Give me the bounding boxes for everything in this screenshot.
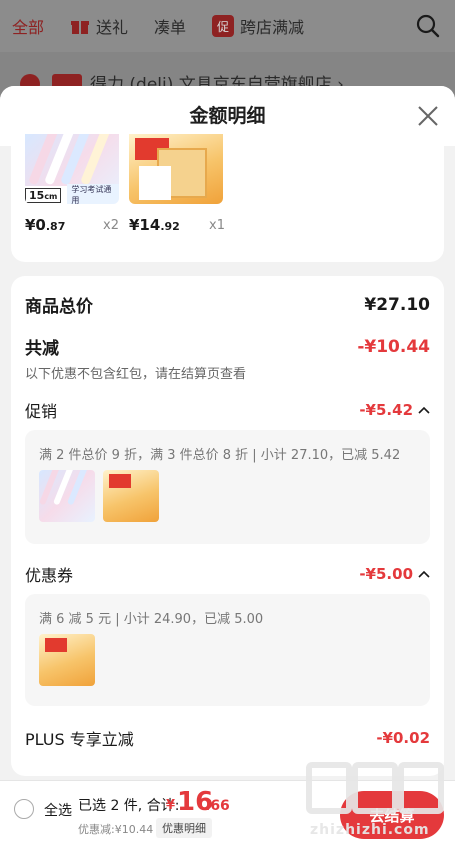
tab-all-label: 全部 <box>12 18 45 37</box>
coupon-detail: 满 6 减 5 元 | 小计 24.90，已减 5.00 <box>39 612 264 627</box>
chevron-up-icon[interactable] <box>418 406 430 414</box>
checkout-button[interactable]: 去结算 <box>340 791 444 839</box>
checkout-bar: 全选 已选 2 件, 合计: ¥ 16 .66 优惠减:¥10.44 优惠明细 … <box>0 780 455 850</box>
tab-all[interactable]: 全部 <box>12 14 44 38</box>
selected-summary: 已选 2 件, 合计: <box>78 798 180 814</box>
promo-badge-icon: 促 <box>212 15 235 37</box>
total-row: 商品总价 ¥27.10 <box>25 292 430 318</box>
top-tab-bar: 全部 送礼 凑单 促 跨店满减 <box>0 0 455 52</box>
coupon-value-wrap: -¥5.00 <box>359 565 430 583</box>
pens-image: 15cm 学习考试通用 <box>25 134 119 204</box>
gift-icon <box>71 21 90 34</box>
promo-value-wrap: -¥5.42 <box>359 401 430 419</box>
discount-detail-button[interactable]: 优惠明细 <box>156 818 212 838</box>
product-tag: 学习考试通用 <box>67 184 119 204</box>
reduce-label: 共减 <box>25 339 59 359</box>
search-icon[interactable] <box>415 13 441 39</box>
chevron-up-icon[interactable] <box>418 570 430 578</box>
tab-bundle[interactable]: 凑单 <box>154 14 186 38</box>
tab-gift-label: 送礼 <box>96 18 129 37</box>
plus-label: PLUS 专享立减 <box>25 730 134 749</box>
amount-detail-card: 商品总价 ¥27.10 共减 -¥10.44 以下优惠不包含红包，请在结算页查看… <box>11 276 444 776</box>
product-qty: x1 <box>209 218 225 233</box>
select-all-label[interactable]: 全选 <box>44 800 72 820</box>
tab-gift[interactable]: 送礼 <box>70 14 128 38</box>
promo-value: -¥5.42 <box>359 401 413 419</box>
plus-row: PLUS 专享立减 -¥0.02 <box>25 726 430 750</box>
plus-value: -¥0.02 <box>376 729 430 747</box>
coupon-value: -¥5.00 <box>359 565 413 583</box>
total-label: 商品总价 <box>25 297 93 317</box>
ruler-unit: cm <box>44 191 58 201</box>
product-card: 15cm 学习考试通用 ¥0.87 x2 ¥14.92 x1 <box>11 134 444 262</box>
promo-thumb-box <box>103 470 159 522</box>
reduce-value: -¥10.44 <box>357 336 430 357</box>
coupon-label: 优惠券 <box>25 566 74 585</box>
amount-detail-sheet: 金额明细 15cm学习考试通用 ¥0.87 x2 ¥14.92 x1 商品总价 <box>0 86 455 850</box>
gift-box-image <box>129 134 223 204</box>
product-price: ¥0.87 <box>25 216 66 234</box>
coupon-row[interactable]: 优惠券 -¥5.00 <box>25 562 430 586</box>
tab-bundle-label: 凑单 <box>154 18 187 37</box>
discount-line: 优惠减:¥10.44 <box>78 823 154 836</box>
close-icon[interactable] <box>417 105 439 127</box>
promo-thumb-pens <box>39 470 95 522</box>
coupon-detail-box: 满 6 减 5 元 | 小计 24.90，已减 5.00 <box>25 594 430 706</box>
product-item[interactable]: 15cm 学习考试通用 ¥0.87 x2 <box>25 134 119 234</box>
promo-detail: 满 2 件总价 9 折，满 3 件总价 8 折 | 小计 27.10，已减 5.… <box>39 448 401 463</box>
total-value: ¥27.10 <box>364 294 430 315</box>
reduce-note: 以下优惠不包含红包，请在结算页查看 <box>25 367 247 382</box>
tab-cross-store-label: 跨店满减 <box>240 18 305 37</box>
ruler-label: 15 <box>29 188 45 202</box>
promo-row[interactable]: 促销 -¥5.42 <box>25 398 430 422</box>
select-all-checkbox[interactable] <box>14 799 34 819</box>
total-amount-dec: .66 <box>205 798 230 814</box>
product-qty: x2 <box>103 218 119 233</box>
coupon-thumb-box <box>39 634 95 686</box>
promo-label: 促销 <box>25 402 58 421</box>
tab-cross-store[interactable]: 促 跨店满减 <box>212 14 304 38</box>
total-currency: ¥ <box>166 798 176 813</box>
product-price: ¥14.92 <box>129 216 180 234</box>
promo-detail-box: 满 2 件总价 9 折，满 3 件总价 8 折 | 小计 27.10，已减 5.… <box>25 430 430 544</box>
product-item[interactable]: ¥14.92 x1 <box>129 134 225 234</box>
reduce-row: 共减 -¥10.44 <box>25 334 430 360</box>
